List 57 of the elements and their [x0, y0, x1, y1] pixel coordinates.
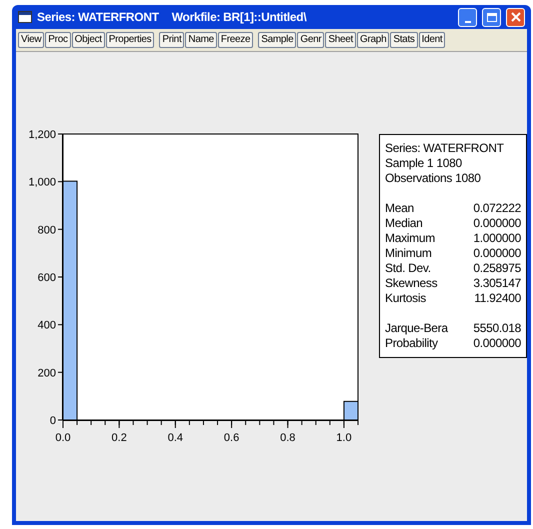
toolbar-button[interactable]: Properties: [106, 32, 154, 48]
stat-label: Skewness: [385, 276, 438, 291]
toolbar-button[interactable]: Sheet: [325, 32, 356, 48]
histogram-bar: [343, 400, 358, 420]
stat-label: Maximum: [385, 231, 435, 246]
toolbar-button[interactable]: Stats: [390, 32, 418, 48]
close-button[interactable]: [506, 8, 525, 26]
x-tick-label: 0.6: [224, 432, 240, 444]
x-tick-label: 0.8: [280, 432, 296, 444]
x-tick-label: 0.0: [55, 432, 71, 444]
x-tick-label: 0.2: [112, 432, 127, 444]
stat-value: 0.072222: [473, 201, 521, 216]
toolbar-button[interactable]: Name: [185, 32, 217, 48]
close-icon: [510, 12, 520, 22]
toolbar-button[interactable]: Sample: [258, 32, 296, 48]
toolbar-button[interactable]: Graph: [357, 32, 390, 48]
y-tick-label: 1,000: [28, 176, 56, 189]
y-tick-label: 1,200: [28, 129, 56, 141]
toolbar-button[interactable]: Print: [159, 32, 184, 48]
workfile-label: Workfile: BR[1]::Untitled\: [172, 9, 306, 26]
window-title: Series: WATERFRONT: [37, 9, 159, 26]
stat-label: Kurtosis: [385, 291, 426, 306]
window-icon: [18, 11, 32, 23]
stat-value: 11.92400: [474, 291, 521, 306]
stat-value: 0.258975: [473, 261, 521, 276]
stat-label: Minimum: [385, 246, 432, 261]
stats-header-line: Sample 1 1080: [385, 156, 463, 171]
stat-value: 0.000000: [473, 336, 521, 351]
y-tick-label: 600: [38, 272, 56, 284]
y-tick-label: 0: [50, 415, 56, 427]
minimize-button[interactable]: [458, 8, 477, 26]
stat-label: Probability: [385, 336, 438, 351]
maximize-button[interactable]: [482, 8, 501, 26]
stat-value: 1.000000: [473, 231, 521, 246]
x-tick-label: 1.0: [336, 432, 352, 444]
toolbar-button[interactable]: Freeze: [218, 32, 254, 48]
stat-value: 0.000000: [473, 216, 521, 231]
x-tick-label: 0.4: [168, 432, 184, 444]
stats-header-line: Observations 1080: [385, 171, 482, 186]
stat-value: 0.000000: [473, 246, 521, 261]
stats-header-line: Series: WATERFRONT: [385, 141, 505, 156]
y-tick-label: 800: [38, 224, 56, 236]
stat-value: 3.305147: [473, 276, 521, 291]
maximize-icon: [486, 12, 496, 22]
stat-label: Mean: [385, 201, 414, 216]
toolbar-button[interactable]: Ident: [418, 32, 446, 48]
stat-label: Jarque-Bera: [385, 321, 448, 336]
stat-label: Median: [385, 216, 423, 231]
y-tick-label: 400: [38, 320, 56, 332]
toolbar-button[interactable]: Proc: [45, 32, 71, 48]
stat-value: 5550.018: [473, 321, 521, 336]
toolbar-button[interactable]: View: [18, 32, 44, 48]
stat-label: Std. Dev.: [385, 261, 431, 276]
toolbar-button[interactable]: Object: [72, 32, 105, 48]
y-tick-label: 200: [38, 367, 56, 380]
minimize-icon: [464, 20, 470, 22]
toolbar-button[interactable]: Genr: [297, 32, 324, 48]
